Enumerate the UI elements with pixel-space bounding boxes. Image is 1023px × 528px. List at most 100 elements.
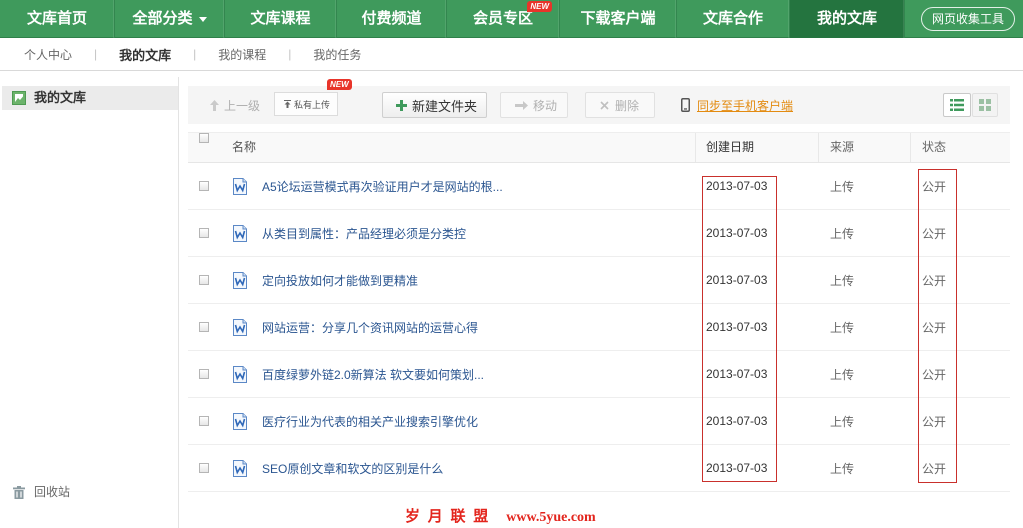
new-badge: NEW [527, 1, 552, 12]
source-cell: 上传 [830, 226, 855, 241]
list-view-icon [950, 99, 964, 111]
date-cell: 2013-07-03 [706, 226, 768, 240]
table-row[interactable]: 网站运营：分享几个资讯网站的运营心得 2013-07-03 上传 公开 [188, 304, 1010, 351]
trash-icon [13, 486, 25, 499]
document-title-link[interactable]: 定向投放如何才能做到更精准 [262, 272, 418, 289]
table-row[interactable]: 从类目到属性：产品经理必须是分类控 2013-07-03 上传 公开 [188, 210, 1010, 257]
word-doc-icon [232, 365, 248, 383]
top-nav: 文库首页 全部分类 文库课程 付费频道 会员专区 NEW 下载客户端 文库合作 … [0, 0, 1023, 38]
nav-item-vip[interactable]: 会员专区 NEW [447, 0, 560, 38]
document-title-link[interactable]: SEO原创文章和软文的区别是什么 [262, 460, 443, 477]
sync-mobile-link[interactable]: 同步至手机客户端 [681, 95, 793, 115]
subnav-my-library[interactable]: 我的文库 [119, 45, 171, 64]
header-status[interactable]: 状态 [910, 133, 1010, 162]
date-cell: 2013-07-03 [706, 414, 768, 428]
subnav-separator: | [193, 47, 197, 61]
document-title-link[interactable]: A5论坛运营模式再次验证用户才是网站的根... [262, 178, 503, 195]
new-badge: NEW [327, 79, 352, 90]
subnav-personal-center[interactable]: 个人中心 [24, 46, 72, 63]
row-checkbox[interactable] [199, 181, 209, 191]
new-folder-button[interactable]: 新建文件夹 [382, 92, 487, 118]
sidebar: 我的文库 回收站 [0, 77, 179, 528]
row-checkbox[interactable] [199, 416, 209, 426]
subnav-separator: | [94, 47, 98, 61]
sidebar-item-label: 回收站 [34, 485, 71, 499]
source-cell: 上传 [830, 367, 855, 382]
row-checkbox[interactable] [199, 463, 209, 473]
document-title-link[interactable]: 网站运营：分享几个资讯网站的运营心得 [262, 319, 478, 336]
nav-item-paid[interactable]: 付费频道 [337, 0, 447, 38]
document-title-link[interactable]: 医疗行业为代表的相关产业搜索引擎优化 [262, 413, 478, 430]
plus-icon [396, 99, 407, 111]
row-checkbox-cell [188, 416, 222, 426]
close-icon [600, 100, 609, 110]
date-cell: 2013-07-03 [706, 461, 768, 475]
table-row[interactable]: A5论坛运营模式再次验证用户才是网站的根... 2013-07-03 上传 公开 [188, 163, 1010, 210]
table-row[interactable]: SEO原创文章和软文的区别是什么 2013-07-03 上传 公开 [188, 445, 1010, 492]
watermark-url: www.5yue.com [506, 510, 596, 525]
nav-item-label: 付费频道 [361, 10, 422, 27]
table-row[interactable]: 医疗行业为代表的相关产业搜索引擎优化 2013-07-03 上传 公开 [188, 398, 1010, 445]
sidebar-item-recycle-bin[interactable]: 回收站 [2, 480, 178, 504]
sync-mobile-label[interactable]: 同步至手机客户端 [697, 97, 793, 114]
name-cell: 网站运营：分享几个资讯网站的运营心得 [222, 318, 695, 336]
row-checkbox-cell [188, 322, 222, 332]
status-cell: 公开 [922, 461, 947, 476]
status-cell: 公开 [922, 226, 947, 241]
nav-item-home[interactable]: 文库首页 [0, 0, 115, 38]
table-header: 名称 创建日期 来源 状态 [188, 132, 1010, 163]
row-checkbox[interactable] [199, 322, 209, 332]
toolbar: 上一级 私有上传 NEW 新建文件夹 移动 删除 同步至手机客户端 [188, 79, 1010, 124]
nav-item-courses[interactable]: 文库课程 [225, 0, 337, 38]
table-row[interactable]: 定向投放如何才能做到更精准 2013-07-03 上传 公开 [188, 257, 1010, 304]
select-all-checkbox[interactable] [199, 133, 209, 143]
word-doc-icon [232, 224, 248, 242]
row-checkbox[interactable] [199, 228, 209, 238]
web-collect-tool-button[interactable]: 网页收集工具 [921, 7, 1015, 31]
nav-item-label: 下载客户端 [580, 10, 656, 27]
nav-item-label: 全部分类 [132, 10, 193, 27]
word-doc-icon [232, 318, 248, 336]
word-doc-icon [232, 459, 248, 477]
document-title-link[interactable]: 从类目到属性：产品经理必须是分类控 [262, 225, 466, 242]
private-upload-button[interactable]: 私有上传 NEW [274, 79, 352, 116]
nav-item-download-client[interactable]: 下载客户端 [560, 0, 677, 38]
delete-button[interactable]: 删除 [585, 92, 655, 118]
word-doc-icon [232, 412, 248, 430]
word-doc-icon [232, 177, 248, 195]
list-view-button[interactable] [943, 93, 971, 117]
phone-icon [681, 98, 690, 112]
row-checkbox-cell [188, 463, 222, 473]
subnav-my-tasks[interactable]: 我的任务 [313, 46, 361, 63]
document-title-link[interactable]: 百度绿萝外链2.0新算法 软文要如何策划... [262, 366, 484, 383]
move-button[interactable]: 移动 [500, 92, 568, 118]
name-cell: 从类目到属性：产品经理必须是分类控 [222, 224, 695, 242]
header-date[interactable]: 创建日期 [695, 133, 818, 162]
table-body: A5论坛运营模式再次验证用户才是网站的根... 2013-07-03 上传 公开 从类目… [188, 163, 1010, 492]
grid-view-icon [979, 99, 991, 111]
source-cell: 上传 [830, 179, 855, 194]
date-cell: 2013-07-03 [706, 179, 768, 193]
header-name[interactable]: 名称 [222, 133, 695, 162]
name-cell: 定向投放如何才能做到更精准 [222, 271, 695, 289]
sidebar-item-label: 我的文库 [34, 90, 87, 105]
table-row[interactable]: 百度绿萝外链2.0新算法 软文要如何策划... 2013-07-03 上传 公开 [188, 351, 1010, 398]
nav-item-my-library[interactable]: 我的文库 [790, 0, 905, 38]
source-cell: 上传 [830, 461, 855, 476]
row-checkbox[interactable] [199, 369, 209, 379]
caret-down-icon [198, 16, 207, 22]
up-level-button[interactable]: 上一级 [210, 95, 260, 115]
arrow-up-icon [210, 99, 219, 111]
sidebar-item-my-library[interactable]: 我的文库 [2, 86, 178, 110]
grid-view-button[interactable] [972, 93, 998, 117]
row-checkbox[interactable] [199, 275, 209, 285]
row-checkbox-cell [188, 275, 222, 285]
move-label: 移动 [533, 98, 558, 113]
status-cell: 公开 [922, 273, 947, 288]
date-cell: 2013-07-03 [706, 367, 768, 381]
name-cell: 百度绿萝外链2.0新算法 软文要如何策划... [222, 365, 695, 383]
header-source[interactable]: 来源 [818, 133, 910, 162]
subnav-my-courses[interactable]: 我的课程 [218, 46, 266, 63]
nav-item-cooperation[interactable]: 文库合作 [677, 0, 790, 38]
nav-item-all-categories[interactable]: 全部分类 [115, 0, 225, 38]
